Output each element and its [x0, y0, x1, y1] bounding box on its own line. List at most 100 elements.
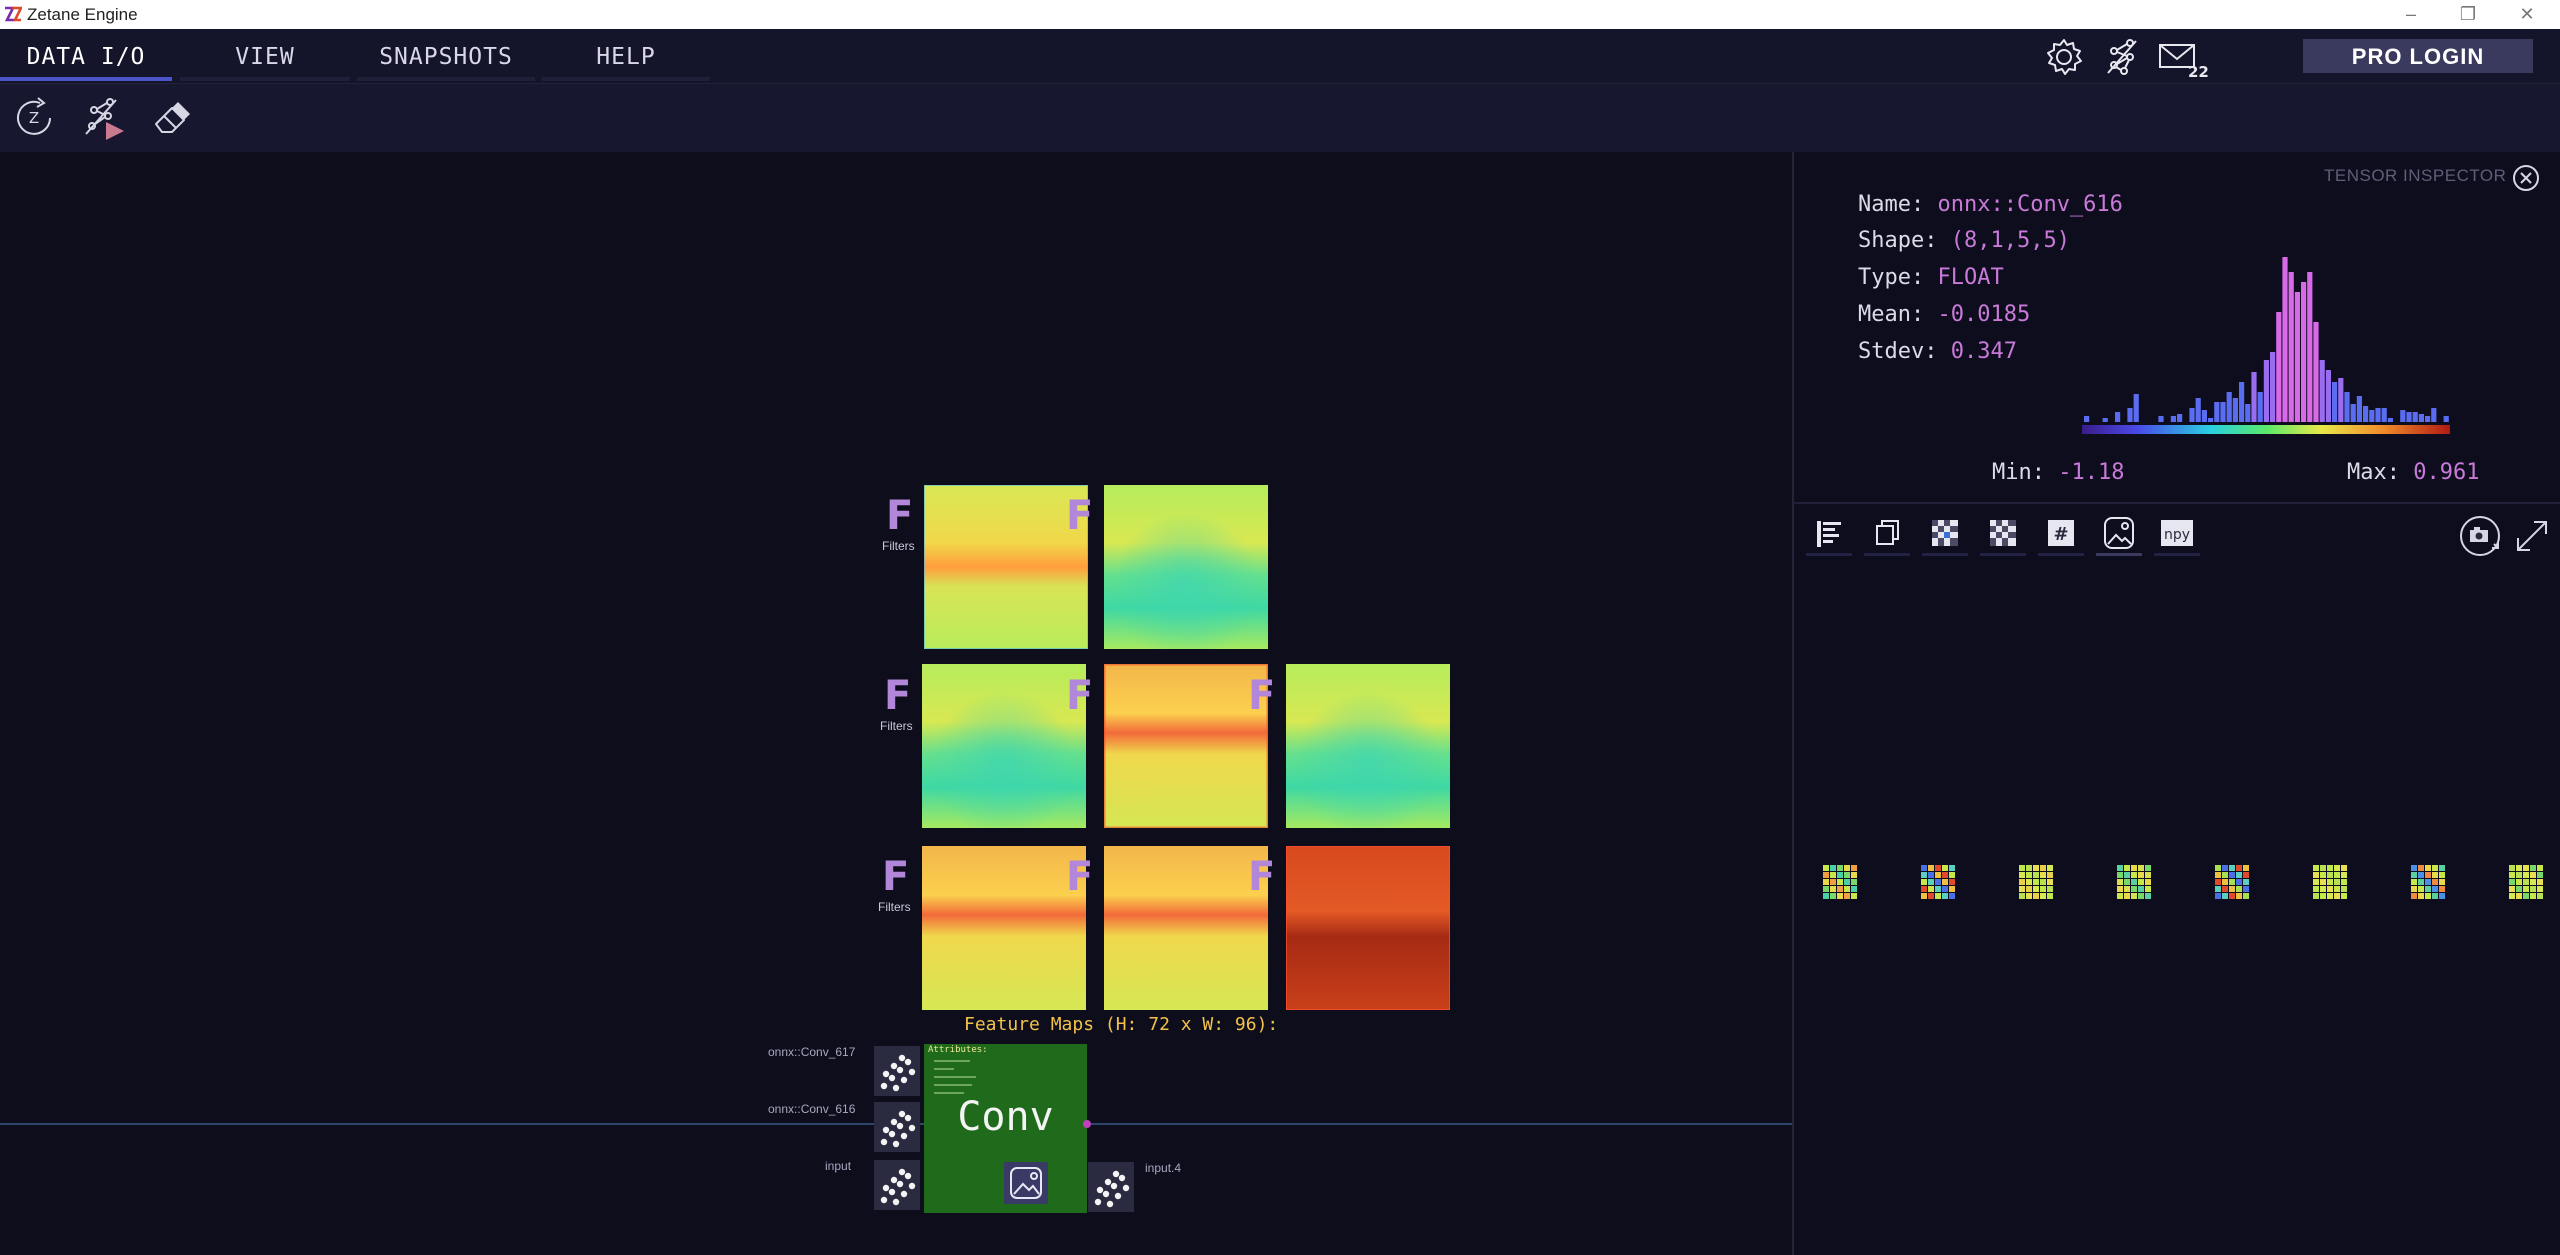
histogram-bar: [2443, 416, 2449, 422]
histogram-bar: [2369, 410, 2375, 422]
histogram-colorbar: [2082, 425, 2450, 434]
stat-key: Mean:: [1858, 302, 1925, 327]
tensor-max: Max: 0.961: [2347, 460, 2479, 485]
histogram-bar: [2332, 382, 2338, 422]
minimize-button[interactable]: –: [2391, 0, 2431, 29]
graph-canvas[interactable]: F Filters F Filters F Filters F Filters …: [0, 152, 1792, 1255]
filters-badge-letter: F: [1066, 854, 1094, 900]
tab-copy-view[interactable]: [1862, 512, 1912, 556]
reset-zoom-icon[interactable]: Z: [10, 94, 58, 142]
tab-view[interactable]: VIEW: [180, 29, 350, 83]
filters-badge-label: Filters: [880, 719, 913, 733]
run-graph-icon[interactable]: [80, 94, 128, 142]
feature-map-8[interactable]: [1286, 846, 1450, 1010]
filter-thumbnail[interactable]: [2312, 864, 2348, 900]
toolbar: Z: [0, 84, 2560, 152]
histogram-bar: [2338, 378, 2344, 422]
npy-glyph: npy: [2164, 527, 2190, 543]
close-window-button[interactable]: ✕: [2507, 0, 2547, 29]
histogram-bar: [2325, 370, 2331, 422]
stat-key: Stdev:: [1858, 339, 1938, 364]
filter-thumbnail[interactable]: [2018, 864, 2054, 900]
expand-icon[interactable]: [2512, 516, 2552, 556]
histogram-bar: [2425, 416, 2431, 422]
attribute-line: [934, 1076, 976, 1078]
tab-help[interactable]: HELP: [542, 29, 710, 83]
output-port-input-4[interactable]: [1088, 1162, 1134, 1212]
input-port-conv-616[interactable]: [874, 1102, 920, 1152]
tab-data-io[interactable]: DATA I/O: [0, 29, 172, 83]
settings-gear-icon[interactable]: [2042, 35, 2086, 79]
histogram-bar: [2133, 394, 2139, 422]
tensor-mean: Mean: -0.0185: [1858, 302, 2030, 327]
eraser-icon[interactable]: [148, 94, 196, 142]
filter-thumbnail[interactable]: [2116, 864, 2152, 900]
main-menu-bar: DATA I/O VIEW SNAPSHOTS HELP 22 PRO LOGI…: [0, 29, 2560, 84]
checker-alt-icon: [1990, 520, 2016, 546]
image-icon: [1010, 1167, 1042, 1199]
filters-badge-letter: F: [1248, 673, 1276, 719]
stat-key: Shape:: [1858, 228, 1938, 253]
input-port-input[interactable]: [874, 1160, 920, 1210]
histogram-bar: [2239, 382, 2245, 422]
app-logo-icon: [4, 6, 22, 22]
filters-badge: F Filters: [878, 855, 918, 914]
stat-key: Name:: [1858, 192, 1925, 217]
port-dots-icon: [880, 1110, 916, 1148]
histogram-bar: [2319, 360, 2325, 422]
histogram-bar: [2381, 408, 2387, 422]
snapshot-camera-icon[interactable]: [2458, 514, 2502, 558]
histogram-bar: [2307, 272, 2313, 422]
feature-map-5[interactable]: [1286, 664, 1450, 828]
tab-summary-view[interactable]: [1804, 512, 1854, 556]
tab-numeric-view[interactable]: #: [2036, 512, 2086, 556]
input-port-label: input: [825, 1159, 852, 1173]
histogram-bar: [2214, 402, 2220, 422]
window-title-bar: Zetane Engine – ❐ ✕: [0, 0, 2560, 29]
tensor-inspector-panel: TENSOR INSPECTOR Name: onnx::Conv_616 Sh…: [1792, 152, 2560, 1255]
tab-image-view[interactable]: [2094, 512, 2144, 556]
conv-node[interactable]: Attributes: Conv: [924, 1044, 1087, 1213]
histogram-bar: [2375, 408, 2381, 422]
mail-icon[interactable]: 22: [2158, 35, 2208, 79]
filters-badge-letter: F: [1066, 673, 1094, 719]
histogram-bar: [2356, 396, 2362, 422]
filter-thumbnail[interactable]: [2410, 864, 2446, 900]
tensor-type: Type: FLOAT: [1858, 265, 2004, 290]
restore-button[interactable]: ❐: [2448, 0, 2488, 29]
tensor-shape: Shape: (8,1,5,5): [1858, 228, 2070, 253]
attribute-line: [934, 1068, 954, 1070]
stat-value: 0.347: [1950, 339, 2017, 364]
network-graph-icon[interactable]: [2100, 35, 2144, 79]
tab-npy-export[interactable]: npy: [2152, 512, 2202, 556]
tab-checker-view[interactable]: [1920, 512, 1970, 556]
filters-badge-letter: F: [886, 493, 914, 539]
histogram-bar: [2288, 272, 2294, 422]
node-image-button[interactable]: [1004, 1162, 1048, 1204]
feature-maps-caption: Feature Maps (H: 72 x W: 96):: [964, 1014, 1279, 1035]
filter-thumbnail[interactable]: [2214, 864, 2250, 900]
filter-thumbnail[interactable]: [1920, 864, 1956, 900]
stat-key: Max:: [2347, 460, 2400, 485]
tab-label: HELP: [596, 44, 656, 70]
filter-thumbnail[interactable]: [1822, 864, 1858, 900]
histogram-bar: [2400, 410, 2406, 422]
stat-value: -1.18: [2058, 460, 2125, 485]
input-port-conv-617[interactable]: [874, 1046, 920, 1096]
filters-badge: F Filters: [1244, 674, 1284, 724]
histogram-bar: [2263, 360, 2269, 422]
filter-thumbnail[interactable]: [2508, 864, 2544, 900]
feature-map-2[interactable]: [1104, 485, 1268, 649]
histogram-bar: [2177, 414, 2183, 422]
close-icon[interactable]: [2512, 164, 2540, 192]
pro-login-button[interactable]: PRO LOGIN: [2303, 39, 2533, 73]
reset-zoom-glyph: Z: [29, 109, 39, 127]
tab-checker-alt-view[interactable]: [1978, 512, 2028, 556]
stat-key: Type:: [1858, 265, 1925, 290]
histogram-bar: [2431, 408, 2437, 422]
tensor-stdev: Stdev: 0.347: [1858, 339, 2017, 364]
edge-connector: [1083, 1120, 1091, 1128]
histogram-bar: [2387, 418, 2393, 422]
tab-snapshots[interactable]: SNAPSHOTS: [357, 29, 535, 83]
histogram-bar: [2344, 392, 2350, 422]
